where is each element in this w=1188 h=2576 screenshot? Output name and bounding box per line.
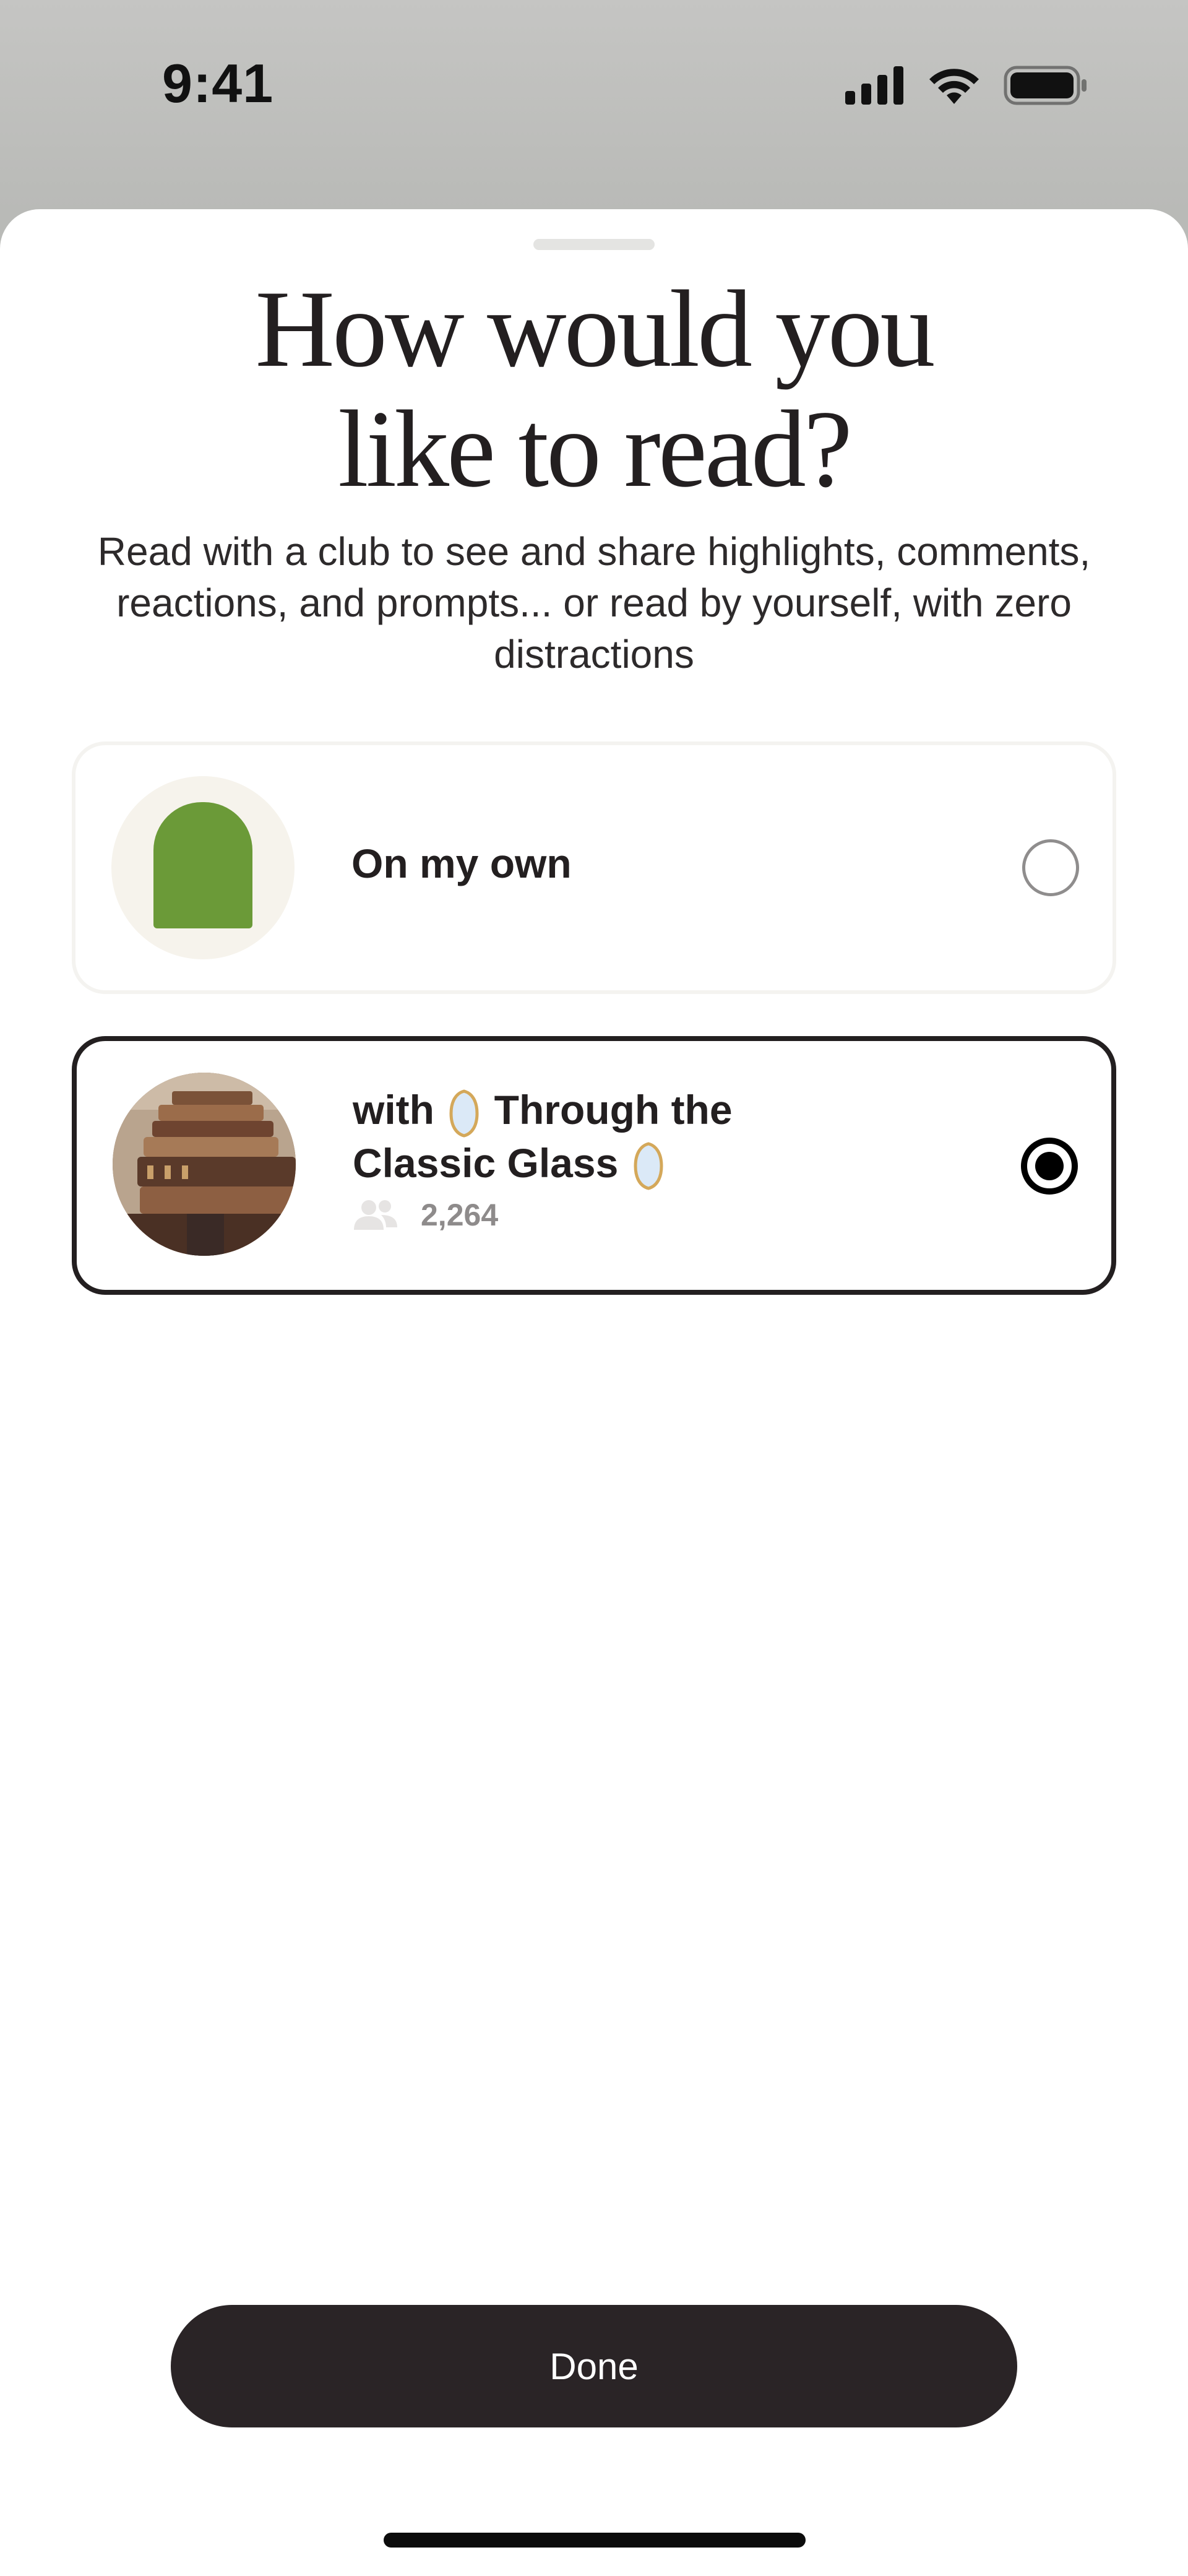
- option-label: On my own: [351, 841, 572, 886]
- status-time: 9:41: [162, 53, 274, 114]
- mirror-gem-icon: [449, 1089, 479, 1138]
- battery-icon: [1004, 66, 1087, 105]
- page-title: How would you like to read?: [0, 269, 1188, 509]
- title-line-2: like to read?: [338, 387, 853, 510]
- wifi-icon: [929, 69, 979, 104]
- cellular-signal-icon: [845, 66, 903, 105]
- beanie-hat-icon: [153, 802, 252, 928]
- club-avatar: [113, 1073, 296, 1256]
- option-on-my-own[interactable]: On my own: [72, 741, 1116, 994]
- radio-unselected[interactable]: [1022, 839, 1079, 896]
- radio-dot: [1035, 1152, 1064, 1180]
- with-prefix: with: [353, 1087, 434, 1133]
- page-subtitle: Read with a club to see and share highli…: [97, 529, 1091, 676]
- mirror-gem-icon: [634, 1142, 663, 1190]
- radio-selected[interactable]: [1021, 1138, 1078, 1195]
- option-avatar: [111, 776, 295, 959]
- member-count: 2,264: [421, 1198, 499, 1232]
- bottom-sheet: How would you like to read? Read with a …: [0, 209, 1188, 2576]
- status-icons: [845, 66, 1088, 105]
- member-count-row: 2,264: [353, 1197, 498, 1233]
- option-read-with-club[interactable]: with Through the Classic Glass 2,264: [72, 1036, 1116, 1295]
- title-line-1: How would you: [255, 267, 935, 390]
- stacked-books-image: [113, 1073, 296, 1256]
- home-indicator: [384, 2533, 806, 2548]
- club-name-line-2: Classic Glass: [353, 1139, 619, 1186]
- sheet-grabber[interactable]: [533, 239, 655, 250]
- members-icon: [354, 1200, 397, 1230]
- status-bar: 9:41: [0, 0, 1188, 204]
- club-name-line-1: Through the: [494, 1087, 733, 1133]
- club-name: with Through the Classic Glass: [353, 1084, 910, 1190]
- done-button[interactable]: Done: [171, 2305, 1017, 2427]
